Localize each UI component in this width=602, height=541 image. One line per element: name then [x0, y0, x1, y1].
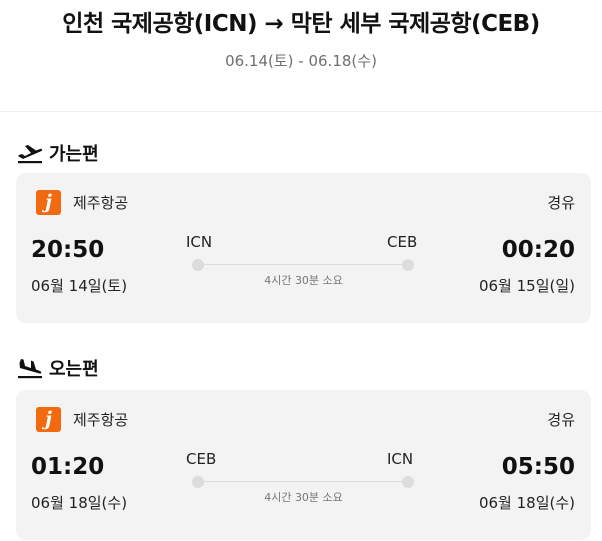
stops-label: 경유	[547, 194, 575, 212]
arrival-date: 06월 18일(수)	[478, 494, 575, 512]
outbound-section-title: 가는편	[17, 140, 99, 166]
route-title: 인천 국제공항(ICN) → 막탄 세부 국제공항(CEB)	[62, 11, 540, 37]
departure-time: 20:50	[31, 237, 105, 263]
arrival-airport-code: ICN	[387, 450, 414, 468]
airline-name: 제주항공	[73, 410, 129, 429]
departure-dot	[192, 259, 204, 271]
outbound-flight-card[interactable]: j 제주항공 경유 20:50 06월 14일(토) ICN CEB 4시간 3…	[16, 173, 591, 323]
jeju-air-logo: j	[36, 189, 61, 215]
jeju-air-logo: j	[36, 406, 61, 432]
airline-name: 제주항공	[73, 193, 129, 212]
airline-info: j 제주항공	[36, 189, 128, 215]
trip-header: 인천 국제공항(ICN) → 막탄 세부 국제공항(CEB) 06.14(토) …	[0, 0, 602, 112]
plane-arrival-icon	[17, 357, 43, 379]
inbound-flight-card[interactable]: j 제주항공 경유 01:20 06월 18일(수) CEB ICN 4시간 3…	[16, 390, 591, 540]
departure-airport-code: ICN	[186, 233, 213, 251]
arrival-date: 06월 15일(일)	[478, 277, 575, 295]
arrival-dot	[402, 476, 414, 488]
route-line	[198, 481, 408, 482]
departure-airport-code: CEB	[186, 450, 217, 468]
inbound-section-title: 오는편	[17, 355, 99, 381]
plane-departure-icon	[17, 142, 43, 164]
airline-info: j 제주항공	[36, 406, 128, 432]
arrival-dot	[402, 259, 414, 271]
departure-dot	[192, 476, 204, 488]
inbound-label: 오는편	[49, 359, 99, 380]
route-line	[198, 264, 408, 265]
outbound-label: 가는편	[49, 144, 99, 165]
trip-dates: 06.14(토) - 06.18(수)	[225, 52, 377, 70]
arrival-time: 05:50	[501, 454, 575, 480]
arrival-time: 00:20	[501, 237, 575, 263]
stops-label: 경유	[547, 411, 575, 429]
arrival-airport-code: CEB	[387, 233, 418, 251]
departure-time: 01:20	[31, 454, 105, 480]
